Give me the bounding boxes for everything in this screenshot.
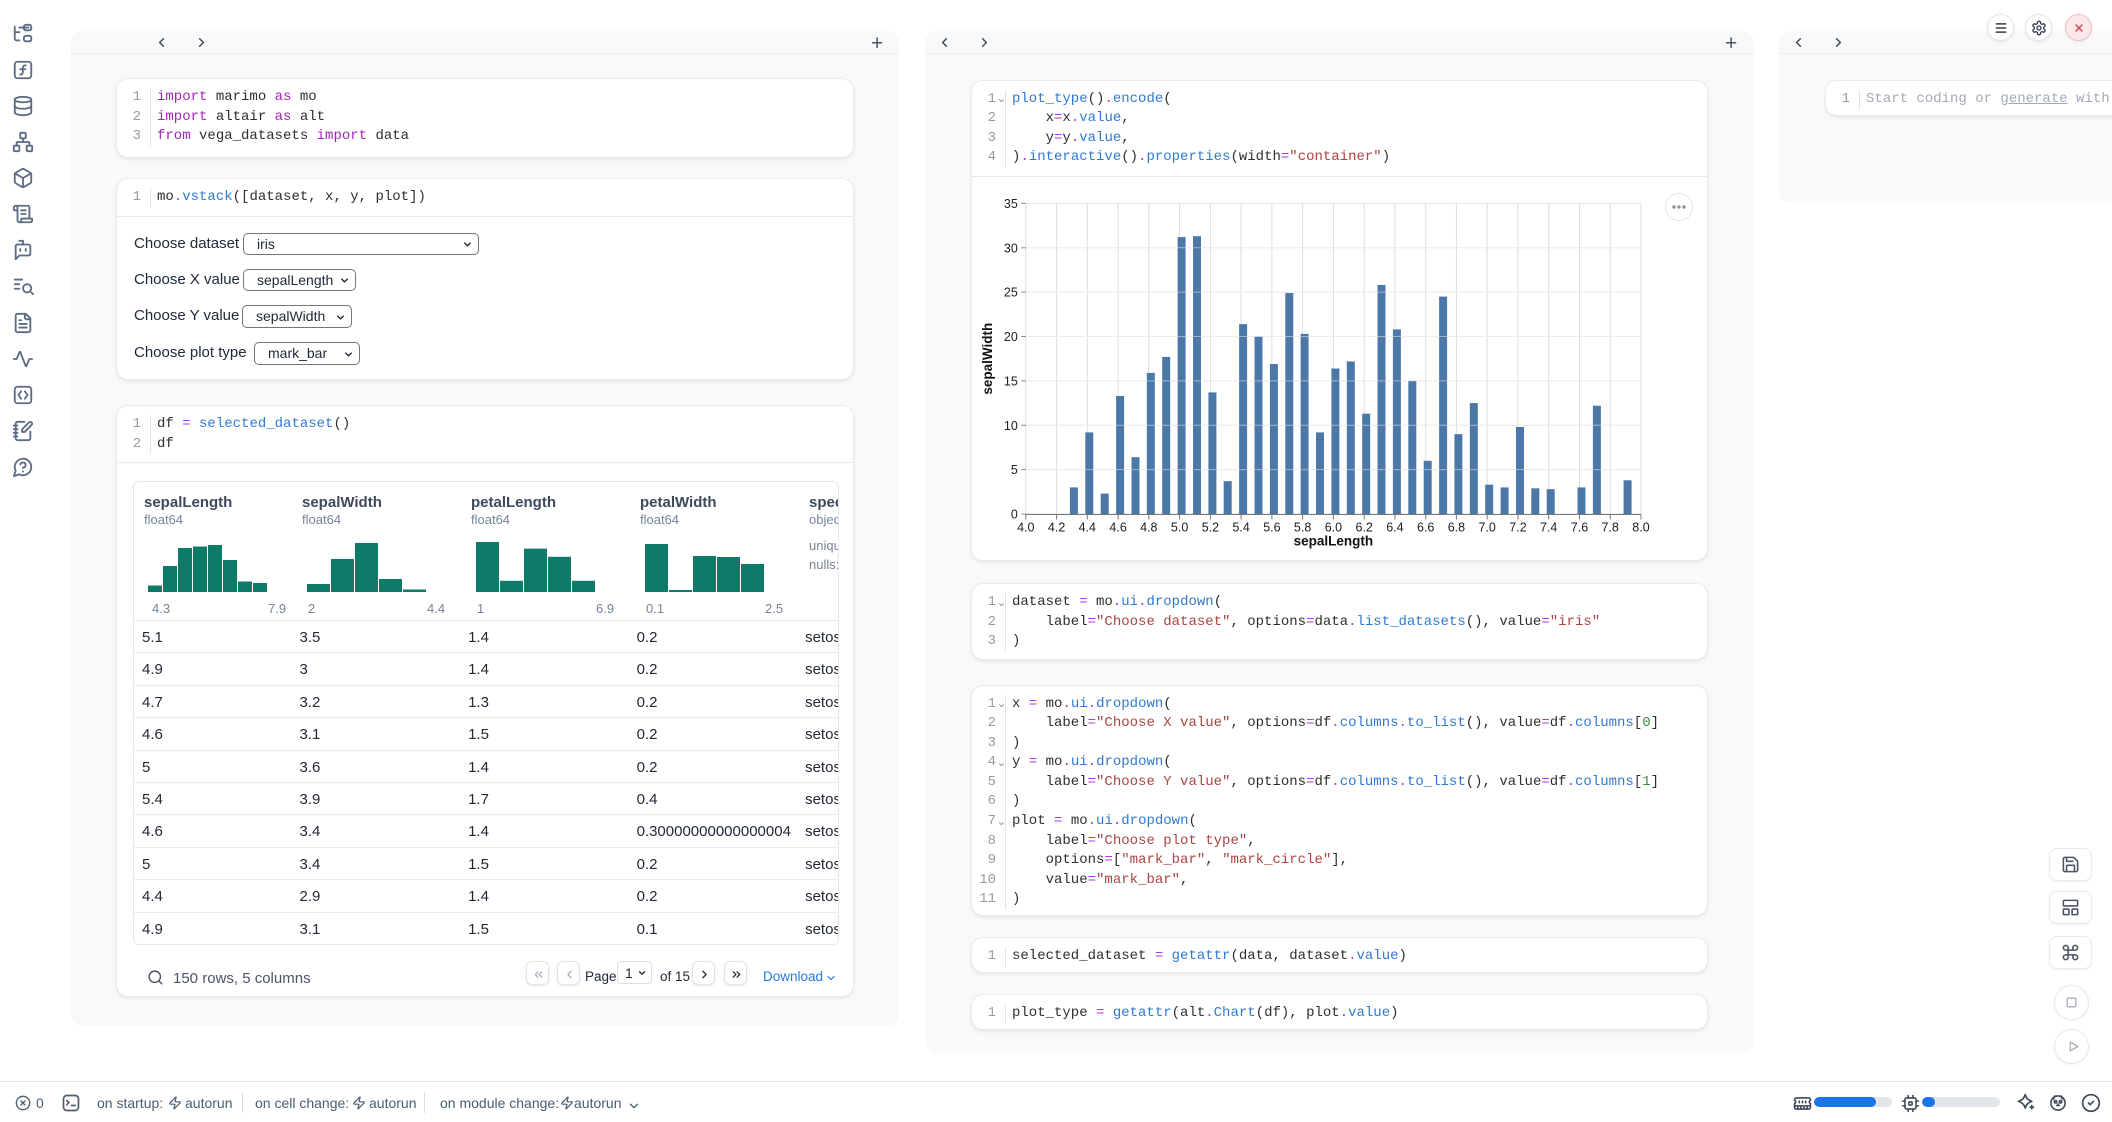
svg-text:6.8: 6.8 bbox=[1448, 520, 1465, 534]
svg-text:5.2: 5.2 bbox=[1202, 520, 1219, 534]
svg-text:7.2: 7.2 bbox=[1509, 520, 1526, 534]
svg-text:6.2: 6.2 bbox=[1356, 520, 1373, 534]
svg-text:5.4: 5.4 bbox=[1232, 520, 1249, 534]
svg-text:7.0: 7.0 bbox=[1479, 520, 1496, 534]
svg-text:30: 30 bbox=[1004, 241, 1018, 255]
svg-text:6.0: 6.0 bbox=[1325, 520, 1342, 534]
svg-text:5.8: 5.8 bbox=[1294, 520, 1311, 534]
svg-text:4.4: 4.4 bbox=[1079, 520, 1096, 534]
svg-text:10: 10 bbox=[1004, 419, 1018, 433]
svg-text:sepalWidth: sepalWidth bbox=[980, 323, 995, 395]
svg-text:6.4: 6.4 bbox=[1386, 520, 1403, 534]
svg-text:4.8: 4.8 bbox=[1140, 520, 1157, 534]
svg-text:5: 5 bbox=[1011, 463, 1018, 477]
svg-text:0: 0 bbox=[1011, 507, 1018, 521]
svg-text:7.4: 7.4 bbox=[1540, 520, 1557, 534]
svg-text:7.6: 7.6 bbox=[1571, 520, 1588, 534]
svg-text:7.8: 7.8 bbox=[1602, 520, 1619, 534]
svg-text:25: 25 bbox=[1004, 285, 1018, 299]
svg-text:6.6: 6.6 bbox=[1417, 520, 1434, 534]
svg-text:35: 35 bbox=[1004, 197, 1018, 211]
svg-text:8.0: 8.0 bbox=[1632, 520, 1649, 534]
svg-text:20: 20 bbox=[1004, 330, 1018, 344]
svg-text:4.2: 4.2 bbox=[1048, 520, 1065, 534]
svg-text:15: 15 bbox=[1004, 374, 1018, 388]
svg-text:sepalLength: sepalLength bbox=[1294, 533, 1374, 548]
svg-text:5.0: 5.0 bbox=[1171, 520, 1188, 534]
svg-text:5.6: 5.6 bbox=[1263, 520, 1280, 534]
svg-text:4.6: 4.6 bbox=[1109, 520, 1126, 534]
svg-text:4.0: 4.0 bbox=[1017, 520, 1034, 534]
